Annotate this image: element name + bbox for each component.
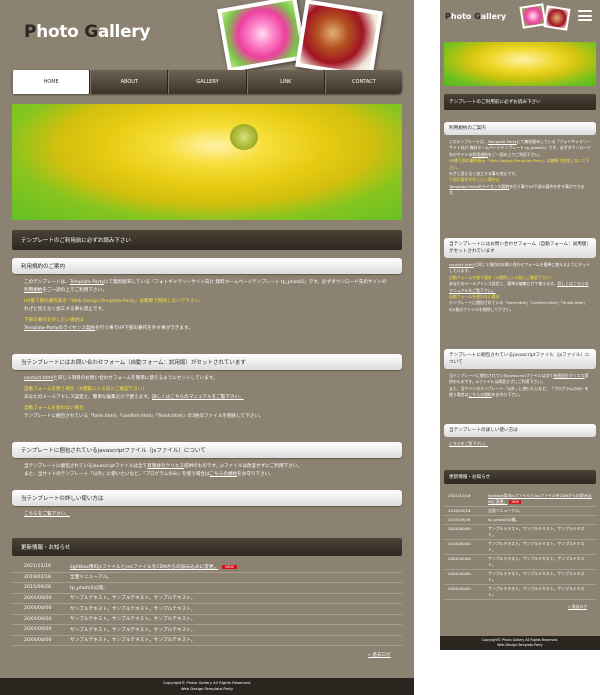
hamburger-menu-icon[interactable] bbox=[578, 10, 592, 21]
nav-link[interactable]: LINK bbox=[246, 70, 325, 94]
news-list: 2021/11/16 lightbox用のjsファイルとcssファイルをCDNから… bbox=[12, 562, 402, 650]
contact-link[interactable]: contact.html bbox=[24, 376, 53, 381]
form-body: contact.htmlと同じ３項目のお問い合わせフォームを簡単に使えるようにセ… bbox=[24, 376, 264, 419]
mobile-footer: Copyright© Photo Gallery All Rights Rese… bbox=[440, 636, 600, 650]
howto-body: こちらをご覧下さい。 bbox=[12, 506, 402, 524]
mobile-view: Photo Gallery テンプレートのご利用前に必ずお読み下さい 利用規約の… bbox=[440, 0, 600, 650]
mobile-news-row: 20XX/00/00 サンプルテキスト。サンプルテキスト。サンプルテキスト。 bbox=[444, 585, 596, 600]
howto-card: 当テンプレートの詳しい使い方は こちらをご覧下さい。 bbox=[12, 490, 402, 524]
news-row: 2021/11/16 lightbox用のjsファイルとcssファイルをCDNから… bbox=[12, 562, 402, 573]
logo-cap-g: G bbox=[84, 22, 98, 42]
mobile-js-card: テンプレートに梱包されているjavascriptファイル（jsファイル）について… bbox=[444, 349, 596, 403]
hero-image bbox=[12, 104, 402, 220]
manual-link[interactable]: 詳しくはこちらのマニュアルをご覧下さい。 bbox=[152, 395, 244, 400]
news-row: 20XX/00/00 サンプルテキスト。サンプルテキスト。サンプルテキスト。 bbox=[12, 636, 402, 646]
logo-cap-p: P bbox=[24, 22, 37, 42]
news-row: 20XX/00/00 サンプルテキスト。サンプルテキスト。サンプルテキスト。 bbox=[12, 625, 402, 636]
news-row: 20XX/00/00 サンプルテキスト。サンプルテキスト。サンプルテキスト。 bbox=[12, 594, 402, 604]
js-terms-link[interactable]: こちらの規約 bbox=[210, 472, 238, 477]
terms-body: このテンプレートは、Template Partyにて無料配布している『フォトギャ… bbox=[24, 280, 387, 331]
js-title: テンプレートに梱包されているjavascriptファイル（jsファイル）について bbox=[12, 442, 402, 458]
desktop-view: Photo Gallery HOME ABOUT GALLERY LINK CO… bbox=[0, 0, 414, 695]
mobile-news-row: 20XX/00/00 サンプルテキスト。サンプルテキスト。サンプルテキスト。 bbox=[444, 570, 596, 585]
mobile-news-row: 2019/02/18 全面リニューアル。 bbox=[444, 507, 596, 516]
main-nav: HOME ABOUT GALLERY LINK CONTACT bbox=[12, 70, 402, 94]
mobile-news-row: 2015/09/28 tp_photo5公開。 bbox=[444, 516, 596, 525]
template-party-link[interactable]: Template Party bbox=[70, 280, 104, 285]
terms-title: 利用規約のご案内 bbox=[12, 258, 402, 274]
mobile-past-log-link[interactable]: » 過去ログ bbox=[568, 604, 587, 610]
header-photo-rose bbox=[217, 0, 307, 73]
logo-text-2: allery bbox=[97, 22, 151, 42]
form-title: 当テンプレートにはお問い合わせフォーム（自動フォーム：試用版）がセットされていま… bbox=[12, 354, 402, 370]
news-row: 20XX/00/00 サンプルテキスト。サンプルテキスト。サンプルテキスト。 bbox=[12, 604, 402, 615]
mobile-news-row: 2021/11/16 lightbox用のjsファイルとcssファイルをCDNから… bbox=[444, 492, 596, 507]
cries-link[interactable]: 有限会社クリエス bbox=[147, 464, 184, 469]
mobile-header-photo-fruits bbox=[543, 5, 571, 31]
nav-gallery[interactable]: GALLERY bbox=[168, 70, 247, 94]
mobile-news-list: 2021/11/16 lightbox用のjsファイルとcssファイルをCDNから… bbox=[444, 492, 596, 600]
news-row: 20XX/00/00 サンプルテキスト。サンプルテキスト。サンプルテキスト。 bbox=[12, 615, 402, 625]
nav-about[interactable]: ABOUT bbox=[90, 70, 169, 94]
howto-title: 当テンプレートの詳しい使い方は bbox=[12, 490, 402, 506]
logo-text-1: hoto bbox=[36, 22, 85, 42]
news-row: 2019/02/18 全面リニューアル。 bbox=[12, 573, 402, 583]
header-photo-fruits bbox=[295, 0, 383, 79]
terms-card: 利用規約のご案内 このテンプレートは、Template Partyにて無料配布し… bbox=[12, 258, 402, 338]
js-body: 当テンプレートに梱包されているjavascriptファイルは全て有限会社クリエス… bbox=[24, 464, 302, 477]
terms-link[interactable]: 利用規約 bbox=[24, 288, 42, 293]
new-badge: NEW bbox=[222, 564, 237, 569]
js-card: テンプレートに梱包されているjavascriptファイル（jsファイル）について… bbox=[12, 442, 402, 484]
mobile-site-logo[interactable]: Photo Gallery bbox=[445, 12, 506, 21]
mobile-hero-image bbox=[444, 42, 596, 86]
news-heading: 更新情報・お知らせ bbox=[12, 538, 402, 556]
read-first-heading: テンプレートのご利用前に必ずお読み下さい bbox=[12, 230, 402, 250]
mobile-news-heading: 更新情報・お知らせ bbox=[444, 470, 596, 484]
mobile-read-first-heading: テンプレートのご利用前に必ずお読み下さい bbox=[444, 94, 596, 110]
mobile-news-row: 20XX/00/00 サンプルテキスト。サンプルテキスト。サンプルテキスト。 bbox=[444, 555, 596, 570]
mobile-terms-card: 利用規約のご案内 このテンプレートは、Template Partyにて無料配布し… bbox=[444, 122, 596, 201]
nav-home[interactable]: HOME bbox=[12, 70, 91, 94]
mobile-howto-card: 当テンプレートの詳しい使い方は こちらをご覧下さい。 bbox=[444, 424, 596, 451]
form-card: 当テンプレートにはお問い合わせフォーム（自動フォーム：試用版）がセットされていま… bbox=[12, 354, 402, 426]
license-link[interactable]: Template-Partyのライセンス契約 bbox=[24, 326, 95, 331]
news-row: 2015/09/28 tp_photo5公開。 bbox=[12, 583, 402, 594]
nav-contact[interactable]: CONTACT bbox=[324, 70, 402, 94]
past-log-link[interactable]: » 過去ログ bbox=[368, 652, 391, 658]
mobile-header-photo-rose bbox=[519, 3, 547, 29]
mobile-form-card: 当テンプレートにはお問い合わせフォーム（自動フォーム：試用版）がセットされていま… bbox=[444, 238, 596, 317]
mobile-news-row: 20XX/00/00 サンプルテキスト。サンプルテキスト。サンプルテキスト。 bbox=[444, 525, 596, 540]
site-logo[interactable]: Photo Gallery bbox=[24, 22, 150, 42]
footer: Copyright© Photo Gallery All Rights Rese… bbox=[0, 678, 414, 695]
howto-link[interactable]: こちらをご覧下さい。 bbox=[24, 512, 70, 517]
mobile-news-row: 20XX/00/00 サンプルテキスト。サンプルテキスト。サンプルテキスト。 bbox=[444, 540, 596, 555]
